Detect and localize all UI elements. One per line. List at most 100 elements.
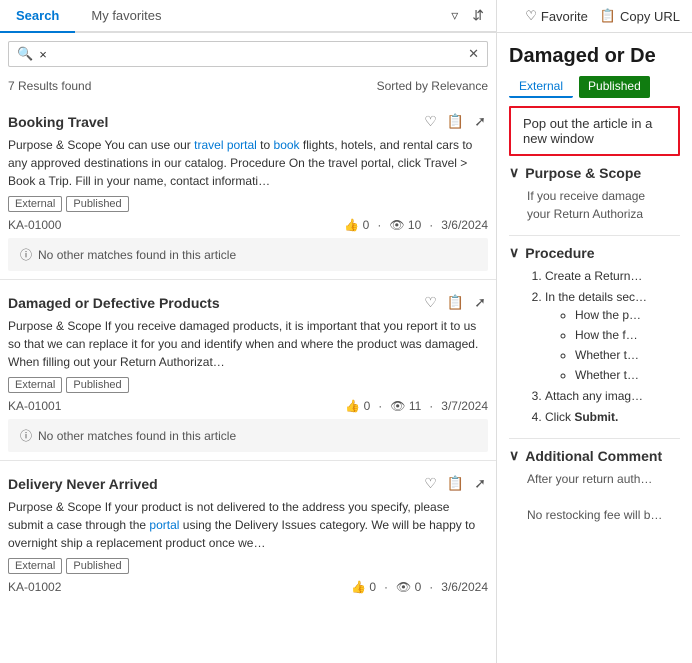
search-input[interactable]	[39, 47, 468, 62]
share-article-button[interactable]: 📋	[445, 473, 466, 494]
search-bar: 🔍 ✕	[8, 41, 488, 67]
views-stat: 👁 10	[389, 218, 421, 232]
favorite-article-button[interactable]: ♡	[422, 292, 439, 313]
favorite-article-button[interactable]: ♡	[422, 111, 439, 132]
section-header-additional[interactable]: ∨ Additional Comment	[509, 447, 680, 464]
likes-stat: 👍 0	[351, 580, 376, 594]
copy-icon: 📋	[600, 8, 616, 24]
article-actions: ♡ 📋 ➚	[422, 292, 488, 313]
article-actions: ♡ 📋 ➚	[422, 473, 488, 494]
popout-banner[interactable]: Pop out the article in a new window	[509, 106, 680, 156]
tabs-row: Search My favorites ▿ ⇵	[0, 0, 496, 33]
list-item: In the details sec… How the p… How the f…	[545, 288, 680, 384]
favorite-article-button[interactable]: ♡	[422, 473, 439, 494]
status-tab-published[interactable]: Published	[579, 76, 650, 98]
info-icon: ⓘ	[20, 246, 32, 263]
chevron-down-icon: ∨	[509, 164, 519, 181]
article-card: Booking Travel ♡ 📋 ➚ Purpose & Scope You…	[0, 99, 496, 280]
date-stat: 3/6/2024	[441, 218, 488, 232]
list-item: Whether t…	[575, 346, 680, 364]
article-title: Delivery Never Arrived	[8, 476, 422, 492]
article-stats: 👍 0 · 👁 10 · 3/6/2024	[344, 218, 488, 232]
list-item: Whether t…	[575, 366, 680, 384]
article-main-title: Damaged or De	[497, 33, 692, 76]
section-procedure: ∨ Procedure Create a Return… In the deta…	[509, 244, 680, 426]
tag-external: External	[8, 558, 62, 574]
likes-stat: 👍 0	[344, 218, 369, 232]
section-title: Additional Comment	[525, 448, 662, 464]
results-sorted: Sorted by Relevance	[377, 79, 488, 93]
section-header-purpose[interactable]: ∨ Purpose & Scope	[509, 164, 680, 181]
favorite-button[interactable]: ♡ Favorite	[525, 8, 588, 24]
article-meta: KA-01002 👍 0 · 👁 0 · 3/6/2024	[8, 580, 488, 594]
open-article-button[interactable]: ➚	[472, 111, 488, 132]
sort-button[interactable]: ⇵	[468, 3, 488, 28]
views-stat: 👁 0	[396, 580, 421, 594]
article-body: Purpose & Scope If your product is not d…	[8, 498, 488, 552]
article-body: Purpose & Scope If you receive damaged p…	[8, 317, 488, 371]
open-article-button[interactable]: ➚	[472, 292, 488, 313]
heart-icon: ♡	[525, 8, 537, 24]
article-stats: 👍 0 · 👁 11 · 3/7/2024	[345, 399, 488, 413]
tab-favorites[interactable]: My favorites	[75, 0, 177, 33]
article-meta: KA-01001 👍 0 · 👁 11 · 3/7/2024	[8, 399, 488, 413]
article-id: KA-01001	[8, 399, 61, 413]
list-item: How the f…	[575, 326, 680, 344]
tab-actions: ▿ ⇵	[447, 0, 496, 31]
article-title: Booking Travel	[8, 114, 422, 130]
article-title: Damaged or Defective Products	[8, 295, 422, 311]
no-matches-notice: ⓘ No other matches found in this article	[8, 238, 488, 271]
tag-published: Published	[66, 558, 128, 574]
no-matches-text: No other matches found in this article	[38, 248, 236, 262]
tag-external: External	[8, 196, 62, 212]
tab-search[interactable]: Search	[0, 0, 75, 33]
article-body: Purpose & Scope You can use our travel p…	[8, 136, 488, 190]
article-tags: External Published	[8, 558, 488, 574]
chevron-down-icon: ∨	[509, 447, 519, 464]
article-id: KA-01002	[8, 580, 61, 594]
open-article-button[interactable]: ➚	[472, 473, 488, 494]
section-title: Procedure	[525, 245, 594, 261]
articles-list: Booking Travel ♡ 📋 ➚ Purpose & Scope You…	[0, 99, 496, 663]
article-stats: 👍 0 · 👁 0 · 3/6/2024	[351, 580, 488, 594]
section-additional: ∨ Additional Comment After your return a…	[509, 447, 680, 524]
share-article-button[interactable]: 📋	[445, 292, 466, 313]
clear-icon[interactable]: ✕	[468, 46, 479, 62]
date-stat: 3/6/2024	[441, 580, 488, 594]
copy-url-button[interactable]: 📋 Copy URL	[600, 8, 680, 24]
favorite-label: Favorite	[541, 9, 588, 24]
section-header-procedure[interactable]: ∨ Procedure	[509, 244, 680, 261]
right-panel: ♡ Favorite 📋 Copy URL Damaged or De Exte…	[497, 0, 692, 663]
results-info: 7 Results found Sorted by Relevance	[0, 75, 496, 99]
article-tags: External Published	[8, 196, 488, 212]
share-article-button[interactable]: 📋	[445, 111, 466, 132]
tag-external: External	[8, 377, 62, 393]
left-panel: Search My favorites ▿ ⇵ 🔍 ✕ 7 Results fo…	[0, 0, 497, 663]
section-body-procedure: Create a Return… In the details sec… How…	[527, 267, 680, 426]
popout-label: Pop out the article in a new window	[523, 116, 652, 146]
no-matches-notice: ⓘ No other matches found in this article	[8, 419, 488, 452]
list-item: Create a Return…	[545, 267, 680, 285]
article-card: Damaged or Defective Products ♡ 📋 ➚ Purp…	[0, 280, 496, 461]
search-icon: 🔍	[17, 46, 33, 62]
article-tags: External Published	[8, 377, 488, 393]
right-header: ♡ Favorite 📋 Copy URL	[497, 0, 692, 33]
list-item: Attach any imag…	[545, 387, 680, 405]
article-title-text: Damaged or De	[509, 45, 656, 67]
section-body-purpose: If you receive damageyour Return Authori…	[527, 187, 680, 223]
article-actions: ♡ 📋 ➚	[422, 111, 488, 132]
date-stat: 3/7/2024	[441, 399, 488, 413]
article-header: Booking Travel ♡ 📋 ➚	[8, 111, 488, 132]
tag-published: Published	[66, 196, 128, 212]
info-icon: ⓘ	[20, 427, 32, 444]
results-count: 7 Results found	[8, 79, 91, 93]
article-id: KA-01000	[8, 218, 61, 232]
status-tab-external[interactable]: External	[509, 76, 573, 98]
article-header: Delivery Never Arrived ♡ 📋 ➚	[8, 473, 488, 494]
article-content: ∨ Purpose & Scope If you receive damagey…	[497, 164, 692, 663]
article-card: Delivery Never Arrived ♡ 📋 ➚ Purpose & S…	[0, 461, 496, 602]
filter-button[interactable]: ▿	[447, 3, 462, 28]
no-matches-text: No other matches found in this article	[38, 429, 236, 443]
views-stat: 👁 11	[390, 399, 421, 413]
list-item: Click Submit.	[545, 408, 680, 426]
